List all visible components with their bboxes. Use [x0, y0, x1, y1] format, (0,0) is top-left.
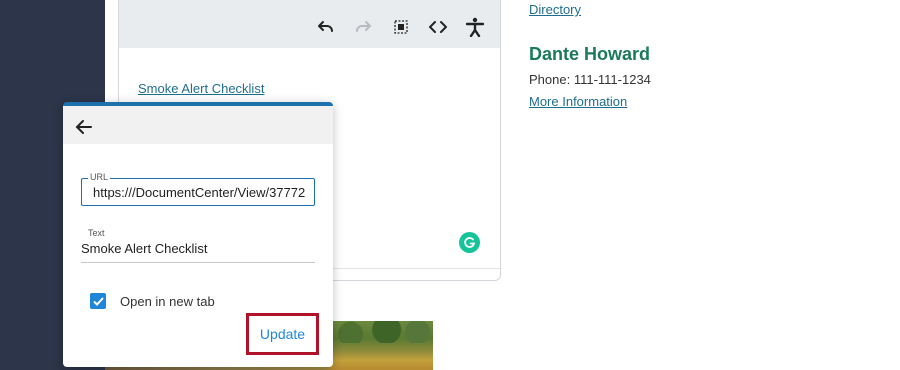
directory-link[interactable]: Directory — [529, 2, 581, 17]
redo-icon[interactable] — [352, 15, 376, 39]
popup-header — [63, 106, 333, 144]
accessibility-icon[interactable] — [463, 15, 487, 39]
code-icon[interactable] — [426, 15, 450, 39]
open-in-new-tab-label: Open in new tab — [120, 294, 215, 309]
editor-link-text[interactable]: Smoke Alert Checklist — [138, 81, 264, 96]
text-input[interactable]: Smoke Alert Checklist — [81, 241, 207, 256]
url-field[interactable]: URL https:///DocumentCenter/View/37772 — [81, 172, 315, 206]
grammarly-icon[interactable] — [459, 232, 480, 253]
more-information-link[interactable]: More Information — [529, 94, 627, 109]
back-arrow-icon[interactable] — [75, 118, 93, 136]
landscape-photo — [330, 321, 433, 370]
contact-name: Dante Howard — [529, 44, 651, 64]
undo-icon[interactable] — [313, 15, 337, 39]
editor-toolbar — [119, 0, 500, 48]
select-all-icon[interactable] — [389, 15, 413, 39]
contact-phone: Phone: 111-111-1234 — [529, 72, 651, 87]
text-label: Text — [88, 228, 105, 238]
url-input[interactable]: https:///DocumentCenter/View/37772 — [93, 185, 311, 200]
text-field[interactable]: Text Smoke Alert Checklist — [81, 228, 315, 263]
update-button[interactable]: Update — [246, 313, 319, 355]
open-in-new-tab-checkbox[interactable] — [90, 293, 106, 309]
url-label: URL — [88, 172, 111, 182]
link-edit-popup: URL https:///DocumentCenter/View/37772 T… — [63, 102, 333, 367]
